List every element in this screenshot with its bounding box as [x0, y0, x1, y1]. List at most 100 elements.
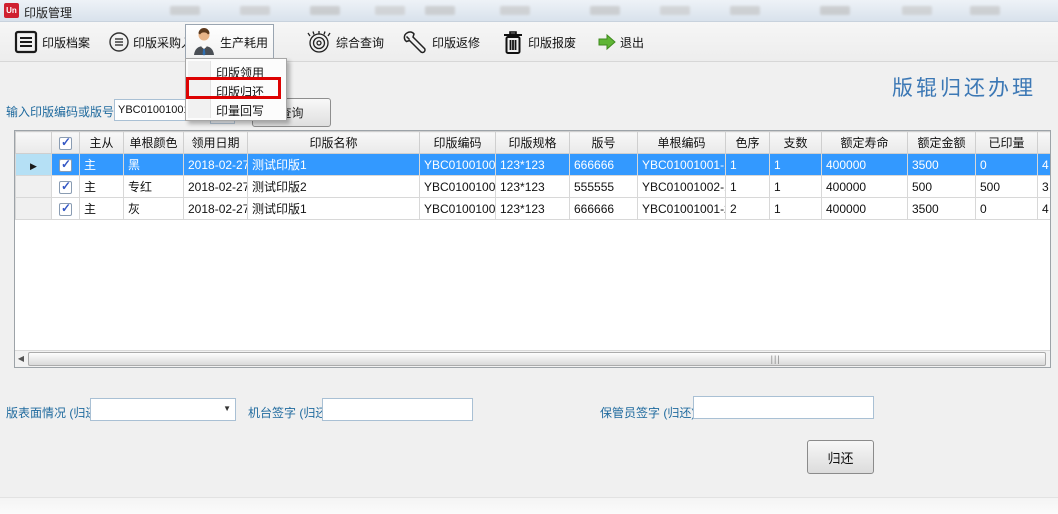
window-bottom-edge — [0, 497, 1058, 514]
grid-table: ✓ 主从单根颜色领用日期印版名称印版编码印版规格版号单根编码色序支数额定寿命额定金… — [15, 131, 1051, 220]
toolbar-button-label: 退出 — [620, 34, 644, 51]
plate-code-label: 输入印版编码或版号: — [6, 103, 117, 120]
column-header-1[interactable]: 主从 — [80, 132, 124, 154]
table-row[interactable]: ▶✓主黑2018-02-27测试印版1YBC01001001123*123666… — [16, 154, 1052, 176]
machine-signature-input[interactable] — [322, 398, 473, 421]
cell-r3c6: 123*123 — [496, 198, 570, 220]
column-header-12[interactable]: 额定金额 — [908, 132, 976, 154]
cell-r1c8: YBC01001001-1 — [638, 154, 726, 176]
row-indicator — [16, 176, 52, 198]
title-bar: Un 印版管理 — [0, 0, 1058, 22]
row-checkbox-cell: ✓ — [52, 176, 80, 198]
toolbar-button-4[interactable]: 综合查询 — [300, 24, 389, 60]
column-header-10[interactable]: 支数 — [770, 132, 822, 154]
toolbar-button-1[interactable]: 印版档案 — [8, 24, 95, 60]
app-window: Un 印版管理 印版档案印版采购入库生产耗用综合查询印版返修印版报废退出 印版领… — [0, 0, 1058, 514]
column-header-2[interactable]: 单根颜色 — [124, 132, 184, 154]
scrollbar-grip-icon: ||| — [771, 354, 781, 364]
person-icon — [191, 27, 217, 57]
grid-header-row: ✓ 主从单根颜色领用日期印版名称印版编码印版规格版号单根编码色序支数额定寿命额定金… — [16, 132, 1052, 154]
cell-r1c1: 主 — [80, 154, 124, 176]
cell-r2c6: 123*123 — [496, 176, 570, 198]
toolbar-button-label: 生产耗用 — [220, 34, 268, 51]
cell-r1c10: 1 — [770, 154, 822, 176]
keeper-signature-label: 保管员签字 (归还): — [600, 404, 699, 421]
table-row[interactable]: ✓主灰2018-02-27测试印版1YBC01001001123*1236666… — [16, 198, 1052, 220]
row-indicator — [16, 198, 52, 220]
cell-r2c13: 500 — [976, 176, 1038, 198]
column-header-7[interactable]: 版号 — [570, 132, 638, 154]
app-icon: Un — [4, 3, 19, 18]
toolbar-button-5[interactable]: 印版返修 — [398, 24, 485, 60]
cell-r2c12: 500 — [908, 176, 976, 198]
cell-r3c1: 主 — [80, 198, 124, 220]
cell-r1c2: 黑 — [124, 154, 184, 176]
chevron-down-icon: ▼ — [223, 404, 231, 413]
row-indicator-header — [16, 132, 52, 154]
current-row-arrow-icon: ▶ — [30, 161, 37, 171]
green-arrow-icon — [597, 33, 617, 51]
keeper-signature-input[interactable] — [693, 396, 874, 419]
column-header-6[interactable]: 印版规格 — [496, 132, 570, 154]
table-row[interactable]: ✓主专红2018-02-27测试印版2YBC01001002123*123555… — [16, 176, 1052, 198]
row-checkbox-cell: ✓ — [52, 198, 80, 220]
cell-r3c5: YBC01001001 — [420, 198, 496, 220]
cell-r3c3: 2018-02-27 — [184, 198, 248, 220]
column-header-8[interactable]: 单根编码 — [638, 132, 726, 154]
cell-r1c12: 3500 — [908, 154, 976, 176]
toolbar-button-label: 综合查询 — [336, 34, 384, 51]
toolbar-button-6[interactable]: 印版报废 — [496, 24, 581, 60]
return-button[interactable]: 归还 — [807, 440, 874, 474]
column-header-5[interactable]: 印版编码 — [420, 132, 496, 154]
select-all-header: ✓ — [52, 132, 80, 154]
trash-icon — [501, 28, 525, 56]
check-icon: ✓ — [61, 179, 71, 193]
toolbar-button-3[interactable]: 生产耗用 — [185, 24, 274, 60]
check-icon: ✓ — [61, 157, 71, 171]
cell-r3c2: 灰 — [124, 198, 184, 220]
background-window-ghosts — [170, 6, 200, 15]
cell-r1c11: 400000 — [822, 154, 908, 176]
menu-item-3[interactable]: 印量回写 — [186, 99, 286, 118]
cell-r2c2: 专红 — [124, 176, 184, 198]
row-checkbox[interactable]: ✓ — [59, 203, 72, 216]
row-checkbox[interactable]: ✓ — [59, 181, 72, 194]
column-header-4[interactable]: 印版名称 — [248, 132, 420, 154]
toolbar-button-label: 印版档案 — [42, 34, 90, 51]
cell-r1c9: 1 — [726, 154, 770, 176]
cell-r3c8: YBC01001001-2 — [638, 198, 726, 220]
scroll-left-arrow[interactable]: ◀ — [15, 351, 27, 367]
cell-r1c3: 2018-02-27 — [184, 154, 248, 176]
column-header-13[interactable]: 已印量 — [976, 132, 1038, 154]
horizontal-scrollbar[interactable]: ◀ ||| — [15, 350, 1050, 367]
cell-r1c14: 4 — [1038, 154, 1052, 176]
cell-r3c12: 3500 — [908, 198, 976, 220]
cell-r2c10: 1 — [770, 176, 822, 198]
cell-r3c14: 4 — [1038, 198, 1052, 220]
column-header-3[interactable]: 领用日期 — [184, 132, 248, 154]
cell-r2c1: 主 — [80, 176, 124, 198]
circle-list-icon — [108, 31, 130, 53]
surface-condition-select[interactable]: ▼ — [90, 398, 236, 421]
plate-data-grid: ✓ 主从单根颜色领用日期印版名称印版编码印版规格版号单根编码色序支数额定寿命额定金… — [14, 130, 1051, 368]
row-checkbox[interactable]: ✓ — [59, 159, 72, 172]
column-header-11[interactable]: 额定寿命 — [822, 132, 908, 154]
cell-r1c7: 666666 — [570, 154, 638, 176]
cell-r2c9: 1 — [726, 176, 770, 198]
annotation-red-box — [186, 77, 281, 99]
current-row-indicator: ▶ — [16, 154, 52, 176]
page-title: 版辊归还办理 — [892, 72, 1036, 102]
select-all-checkbox[interactable]: ✓ — [59, 137, 72, 150]
eye-icon — [305, 29, 333, 55]
cell-r2c4: 测试印版2 — [248, 176, 420, 198]
column-header-9[interactable]: 色序 — [726, 132, 770, 154]
scrollbar-thumb[interactable]: ||| — [28, 352, 1046, 366]
check-icon: ✓ — [61, 135, 71, 149]
cell-r3c7: 666666 — [570, 198, 638, 220]
cell-r3c11: 400000 — [822, 198, 908, 220]
cell-r2c8: YBC01001002-1 — [638, 176, 726, 198]
check-icon: ✓ — [61, 201, 71, 215]
toolbar-button-7[interactable]: 退出 — [592, 24, 649, 60]
column-header-clipped — [1038, 132, 1052, 154]
cell-r3c10: 1 — [770, 198, 822, 220]
